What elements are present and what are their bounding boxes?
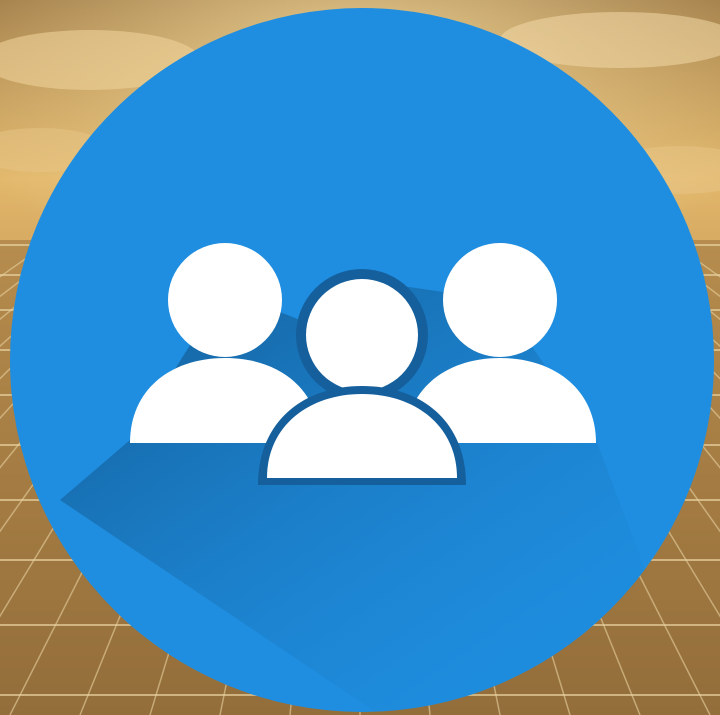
left-person-head-icon	[168, 243, 282, 357]
center-person-head-icon	[306, 279, 418, 391]
image-stage	[0, 0, 720, 715]
users-badge	[10, 8, 714, 712]
right-person-head-icon	[443, 243, 557, 357]
